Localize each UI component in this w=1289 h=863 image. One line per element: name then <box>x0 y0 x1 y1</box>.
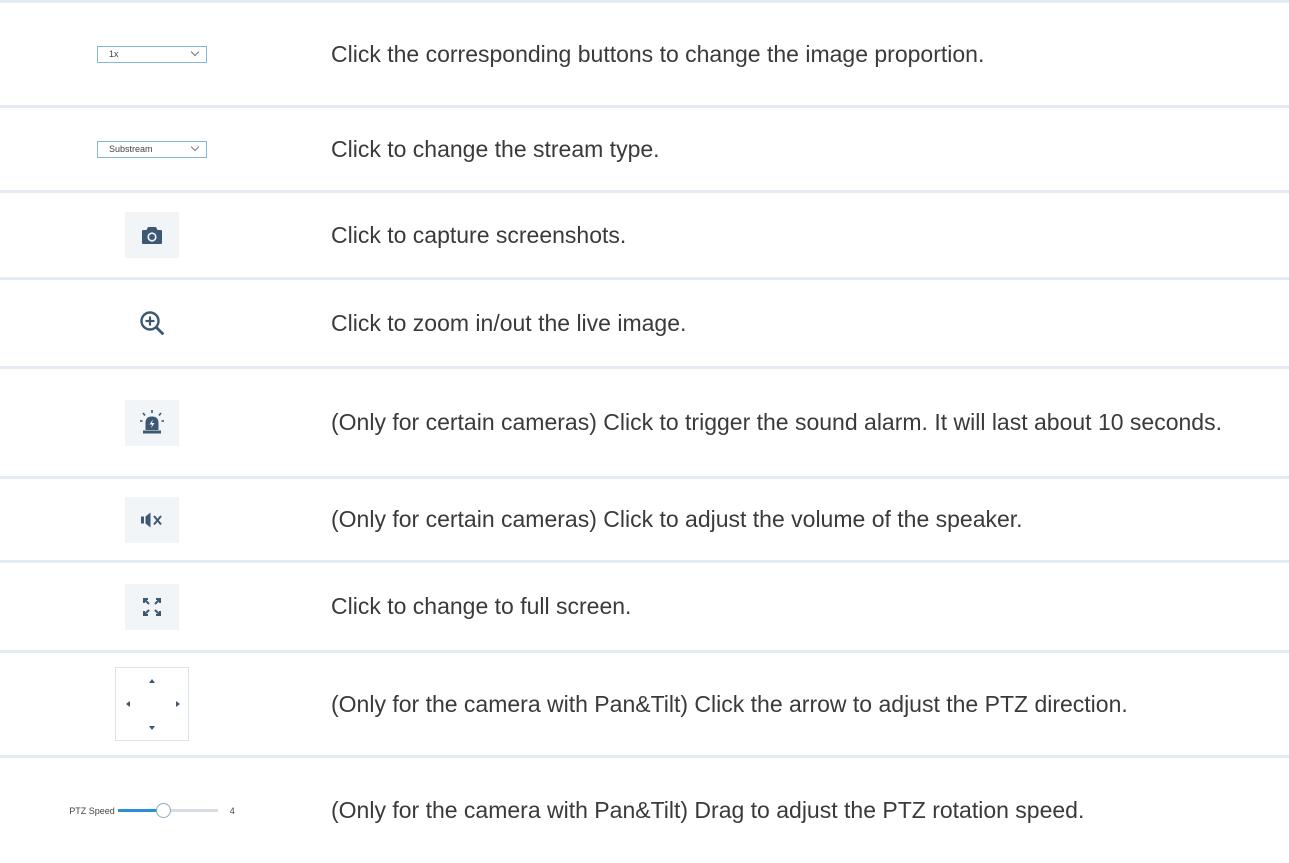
zoom-button[interactable] <box>125 300 179 346</box>
table-row-ptz-speed: PTZ Speed 4 (Only for the camera with Pa… <box>0 758 1289 863</box>
arrow-left-icon[interactable] <box>126 701 130 707</box>
arrow-down-icon[interactable] <box>149 726 155 730</box>
chevron-down-icon <box>190 142 200 152</box>
table-row-proportion: 1x Click the corresponding buttons to ch… <box>0 3 1289 108</box>
table-row-fullscreen: Click to change to full screen. <box>0 563 1289 653</box>
description-text: Click the corresponding buttons to chang… <box>331 40 985 67</box>
control-cell: PTZ Speed 4 <box>0 758 304 863</box>
description-text: (Only for the camera with Pan&Tilt) Drag… <box>331 797 1085 823</box>
ptz-speed-slider[interactable] <box>117 803 218 818</box>
control-cell <box>0 280 304 366</box>
ptz-speed-control: PTZ Speed 4 <box>69 803 235 818</box>
description-cell: Click to capture screenshots. <box>331 193 1275 277</box>
description-cell: (Only for the camera with Pan&Tilt) Drag… <box>331 758 1275 863</box>
control-cell <box>0 369 304 476</box>
fullscreen-button[interactable] <box>125 583 179 630</box>
ptz-speed-label: PTZ Speed <box>69 805 115 816</box>
description-text: Click to change to full screen. <box>331 593 632 619</box>
alarm-button[interactable] <box>125 399 179 446</box>
control-cell <box>0 193 304 277</box>
proportion-dropdown[interactable]: 1x <box>97 45 207 63</box>
zoom-in-icon <box>140 311 164 335</box>
control-cell <box>0 563 304 650</box>
capture-button[interactable] <box>125 212 179 258</box>
arrow-right-icon[interactable] <box>176 701 180 707</box>
control-cell <box>0 653 304 755</box>
table-row-stream-type: Substream Click to change the stream typ… <box>0 108 1289 193</box>
ptz-speed-value: 4 <box>229 805 235 816</box>
description-cell: (Only for certain cameras) Click to trig… <box>331 369 1275 476</box>
description-cell: Click to change to full screen. <box>331 563 1275 650</box>
control-cell: Substream <box>0 108 304 190</box>
control-cell <box>0 479 304 560</box>
description-cell: (Only for certain cameras) Click to adju… <box>331 479 1275 560</box>
description-text: (Only for certain cameras) Click to adju… <box>331 506 1023 532</box>
description-text: Click to capture screenshots. <box>331 221 627 248</box>
table-row-ptz-direction: (Only for the camera with Pan&Tilt) Clic… <box>0 653 1289 758</box>
stream-type-dropdown-value: Substream <box>109 144 153 154</box>
chevron-down-icon <box>190 47 200 57</box>
arrow-up-icon[interactable] <box>149 679 155 683</box>
description-text: Click to zoom in/out the live image. <box>331 309 687 336</box>
description-cell: Click to zoom in/out the live image. <box>331 280 1275 366</box>
description-text: (Only for certain cameras) Click to trig… <box>331 409 1222 435</box>
siren-alarm-icon <box>140 409 164 433</box>
table-row-capture: Click to capture screenshots. <box>0 193 1289 280</box>
camera-icon <box>142 227 162 244</box>
speaker-muted-icon <box>141 512 162 527</box>
table-row-zoom: Click to zoom in/out the live image. <box>0 280 1289 369</box>
description-text: Click to change the stream type. <box>331 135 660 162</box>
stream-type-dropdown[interactable]: Substream <box>97 140 207 158</box>
ptz-direction-pad <box>115 667 189 741</box>
description-cell: (Only for the camera with Pan&Tilt) Clic… <box>331 653 1275 755</box>
description-cell: Click to change the stream type. <box>331 108 1275 190</box>
description-text: (Only for the camera with Pan&Tilt) Clic… <box>331 690 1128 717</box>
ptz-speed-thumb[interactable] <box>155 803 171 818</box>
control-cell: 1x <box>0 3 304 105</box>
description-cell: Click the corresponding buttons to chang… <box>331 3 1275 105</box>
speaker-button[interactable] <box>125 496 179 543</box>
table-row-speaker: (Only for certain cameras) Click to adju… <box>0 479 1289 563</box>
table-row-alarm: (Only for certain cameras) Click to trig… <box>0 369 1289 479</box>
proportion-dropdown-value: 1x <box>109 49 119 59</box>
fullscreen-icon <box>143 597 161 616</box>
